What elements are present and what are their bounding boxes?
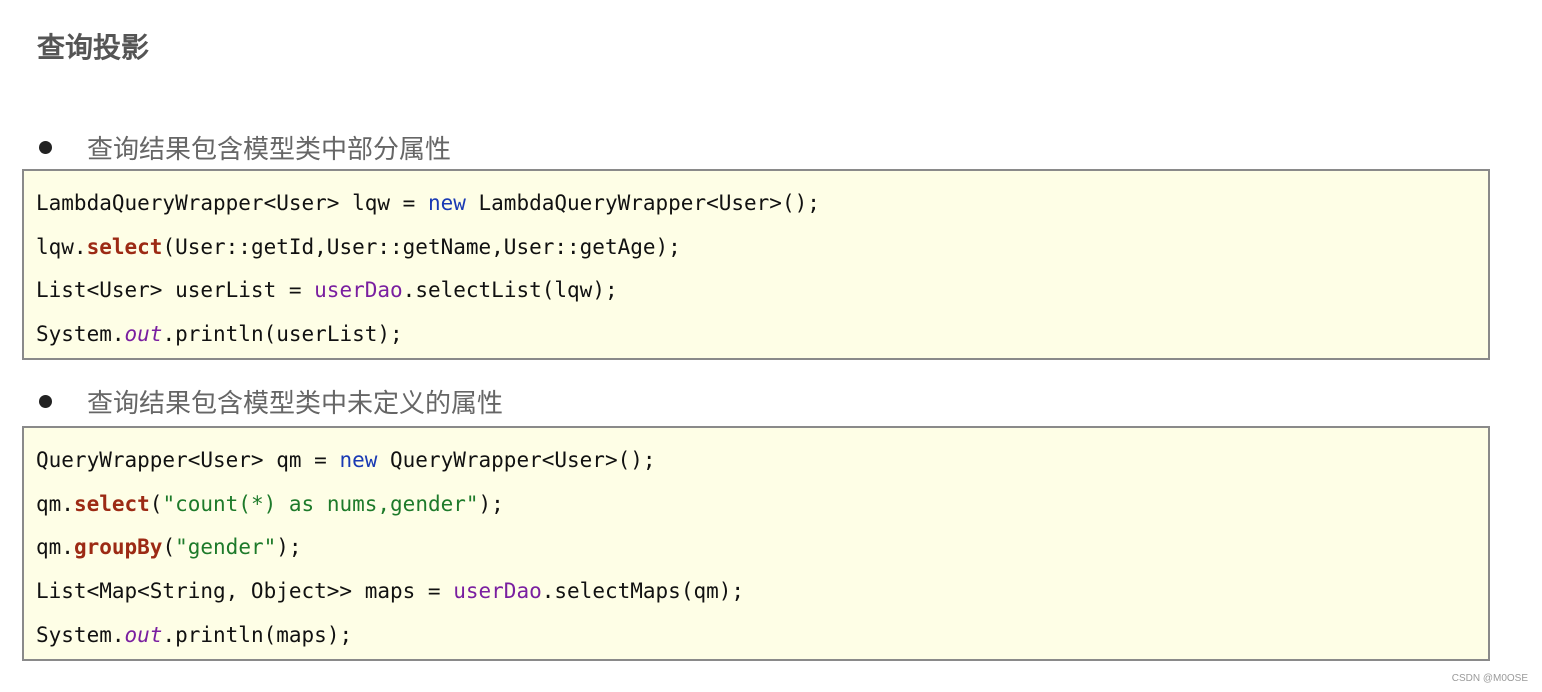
code-text: .println(userList); xyxy=(162,322,403,347)
code-text: List<User> userList = xyxy=(36,278,315,303)
code-keyword: new xyxy=(427,191,466,215)
code-block-query-wrapper: QueryWrapper<User> qm = new QueryWrapper… xyxy=(22,426,1490,661)
code-text: ); xyxy=(276,535,302,560)
code-text: ( xyxy=(149,491,163,516)
code-static-field: out xyxy=(124,322,163,347)
code-method: select xyxy=(86,234,163,259)
code-text: ( xyxy=(162,535,176,560)
code-text: LambdaQueryWrapper<User> lqw = xyxy=(36,191,428,215)
code-text: qm. xyxy=(36,535,74,560)
code-line: LambdaQueryWrapper<User> lqw = new Lambd… xyxy=(36,188,820,218)
code-static-field: out xyxy=(124,622,163,647)
code-line: qm.groupBy("gender"); xyxy=(36,532,302,562)
bullet-item-undefined-fields: 查询结果包含模型类中未定义的属性 xyxy=(37,381,503,421)
code-keyword: new xyxy=(339,448,378,472)
bullet-dot-icon xyxy=(39,394,52,408)
code-field: userDao xyxy=(314,278,403,303)
code-text: qm. xyxy=(36,491,74,516)
bullet-item-partial-fields: 查询结果包含模型类中部分属性 xyxy=(37,127,451,167)
code-text: lqw. xyxy=(36,234,87,259)
code-text: System. xyxy=(36,322,125,347)
code-line: System.out.println(userList); xyxy=(36,319,403,349)
code-text: QueryWrapper<User>(); xyxy=(377,448,656,472)
watermark: CSDN @M0OSE xyxy=(1451,673,1528,684)
code-text: .println(maps); xyxy=(162,622,353,647)
page-title: 查询投影 xyxy=(37,31,150,64)
code-line: System.out.println(maps); xyxy=(36,620,352,650)
code-field: userDao xyxy=(453,579,542,604)
code-line: List<Map<String, Object>> maps = userDao… xyxy=(36,576,744,606)
code-block-lambda-query: LambdaQueryWrapper<User> lqw = new Lambd… xyxy=(22,169,1490,360)
bullet-dot-icon xyxy=(39,140,52,154)
code-text: (User::getId,User::getName,User::getAge)… xyxy=(162,234,681,259)
code-method: groupBy xyxy=(73,535,163,560)
code-text: ); xyxy=(478,491,504,516)
code-method: select xyxy=(73,491,150,516)
code-text: System. xyxy=(36,622,125,647)
code-text: QueryWrapper<User> qm = xyxy=(36,448,340,472)
code-line: QueryWrapper<User> qm = new QueryWrapper… xyxy=(36,445,656,475)
bullet-text: 查询结果包含模型类中未定义的属性 xyxy=(87,388,504,419)
bullet-text: 查询结果包含模型类中部分属性 xyxy=(87,134,452,165)
code-line: List<User> userList = userDao.selectList… xyxy=(36,275,618,305)
code-string: "gender" xyxy=(175,535,277,560)
code-text: .selectMaps(qm); xyxy=(541,579,745,604)
code-string: "count(*) as nums,gender" xyxy=(162,491,479,516)
code-text: List<Map<String, Object>> maps = xyxy=(36,579,454,604)
code-text: LambdaQueryWrapper<User>(); xyxy=(465,191,820,215)
code-line: qm.select("count(*) as nums,gender"); xyxy=(36,489,504,519)
code-line: lqw.select(User::getId,User::getName,Use… xyxy=(36,232,681,262)
code-text: .selectList(lqw); xyxy=(402,278,618,303)
